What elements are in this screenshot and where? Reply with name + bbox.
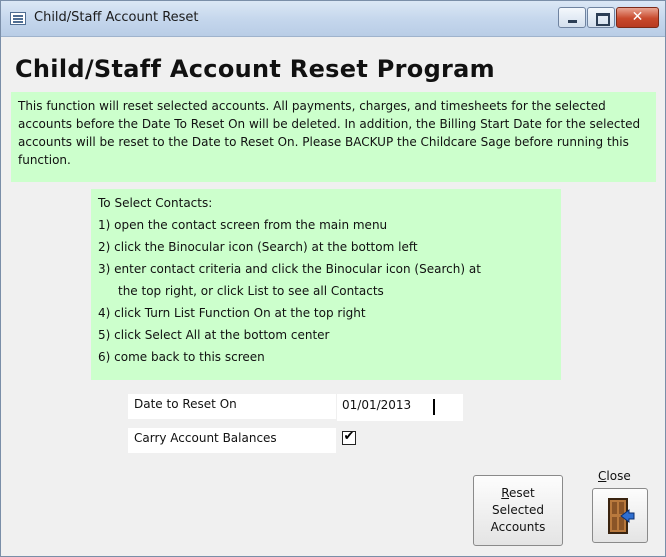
window-title: Child/Staff Account Reset [34,10,199,25]
instruction-step: 2) click the Binocular icon (Search) at … [98,240,418,254]
reset-button-line-3: Accounts [490,520,546,534]
reset-button-text: eset [509,486,535,500]
title-bar[interactable]: Child/Staff Account Reset ✕ [1,1,665,37]
reset-access-key: R [501,486,510,500]
close-window-button[interactable]: ✕ [616,7,659,28]
reset-selected-accounts-button[interactable]: Reset Selected Accounts [473,475,563,546]
instructions-title: To Select Contacts: [98,196,213,210]
date-to-reset-label: Date to Reset On [128,394,336,419]
date-to-reset-input[interactable]: 01/01/2013 [337,394,463,421]
form-icon [10,12,26,25]
instructions-panel: To Select Contacts: 1) open the contact … [91,189,561,380]
instruction-step: 1) open the contact screen from the main… [98,218,388,232]
checkmark-icon: ✔ [343,429,355,444]
page-title: Child/Staff Account Reset Program [15,55,495,83]
instruction-step: 3) enter contact criteria and click the … [98,262,481,276]
close-button[interactable] [592,488,648,543]
maximize-button[interactable] [587,7,615,28]
text-cursor [433,399,435,415]
intro-text: This function will reset selected accoun… [11,92,656,182]
close-label-text: lose [606,469,631,483]
exit-door-icon [608,498,635,534]
app-window: Child/Staff Account Reset ✕ Child/Staff … [0,0,666,557]
carry-balances-checkbox[interactable]: ✔ [342,429,356,445]
minimize-button[interactable] [558,7,586,28]
close-icon: ✕ [631,9,644,25]
instruction-step: 5) click Select All at the bottom center [98,328,330,342]
instruction-step: 6) come back to this screen [98,350,265,364]
instruction-step: 4) click Turn List Function On at the to… [98,306,366,320]
instruction-step: the top right, or click List to see all … [118,284,384,298]
reset-button-line-2: Selected [491,503,545,517]
carry-balances-label: Carry Account Balances [128,428,336,453]
close-label: Close [598,469,631,483]
reset-button-line-1: Reset [474,485,562,502]
